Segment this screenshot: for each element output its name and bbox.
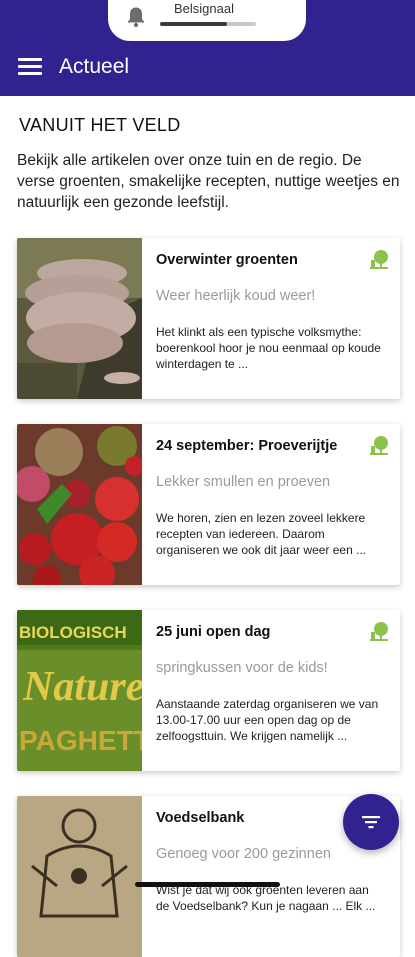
article-excerpt: Aanstaande zaterdag organiseren we van 1… <box>156 697 379 743</box>
page-title: Actueel <box>59 55 130 78</box>
bell-icon <box>128 7 144 28</box>
article-image-illustration <box>17 796 142 957</box>
article-card[interactable]: 24 september: Proeverijtje Lekker smulle… <box>17 424 400 585</box>
article-excerpt: We horen, zien en lezen zoveel lekkere r… <box>156 511 367 557</box>
article-subtitle: Lekker smullen en proeven <box>156 474 331 490</box>
article-card[interactable]: BIOLOGISCH Nature PAGHETTI 25 juni open … <box>17 610 400 771</box>
svg-text:BIOLOGISCH: BIOLOGISCH <box>19 623 127 642</box>
article-title: Overwinter groenten <box>156 252 298 268</box>
signal-label: Belsignaal <box>174 1 234 16</box>
article-subtitle: Weer heerlijk koud weer! <box>156 288 316 304</box>
article-card[interactable]: Overwinter groenten Weer heerlijk koud w… <box>17 238 400 399</box>
article-image-mushrooms <box>17 238 142 399</box>
article-subtitle: springkussen voor de kids! <box>156 660 328 676</box>
article-excerpt: Het klinkt als een typische volksmythe: … <box>156 325 381 371</box>
article-title: 25 juni open dag <box>156 624 271 640</box>
filter-icon <box>362 816 380 829</box>
svg-text:Nature: Nature <box>22 664 142 710</box>
filter-button[interactable] <box>343 794 399 850</box>
article-image-vegetables <box>17 424 142 585</box>
app-bar: Belsignaal Actueel <box>0 0 415 96</box>
status-indicator: Belsignaal <box>108 0 306 41</box>
leaf-icon <box>370 250 388 269</box>
menu-icon[interactable] <box>18 58 42 78</box>
article-title: Voedselbank <box>156 810 245 826</box>
section-description: Bekijk alle artikelen over onze tuin en … <box>17 152 400 211</box>
leaf-icon <box>370 436 388 455</box>
article-image-spaghetti-pack: BIOLOGISCH Nature PAGHETTI <box>17 610 142 771</box>
article-subtitle: Genoeg voor 200 gezinnen <box>156 846 331 862</box>
section-title: VANUIT HET VELD <box>19 115 181 135</box>
svg-text:PAGHETTI: PAGHETTI <box>19 725 142 756</box>
signal-level-bar <box>160 22 256 26</box>
leaf-icon <box>370 622 388 641</box>
article-title: 24 september: Proeverijtje <box>156 438 338 454</box>
signal-level-fill <box>160 22 228 26</box>
home-indicator[interactable] <box>135 882 280 887</box>
